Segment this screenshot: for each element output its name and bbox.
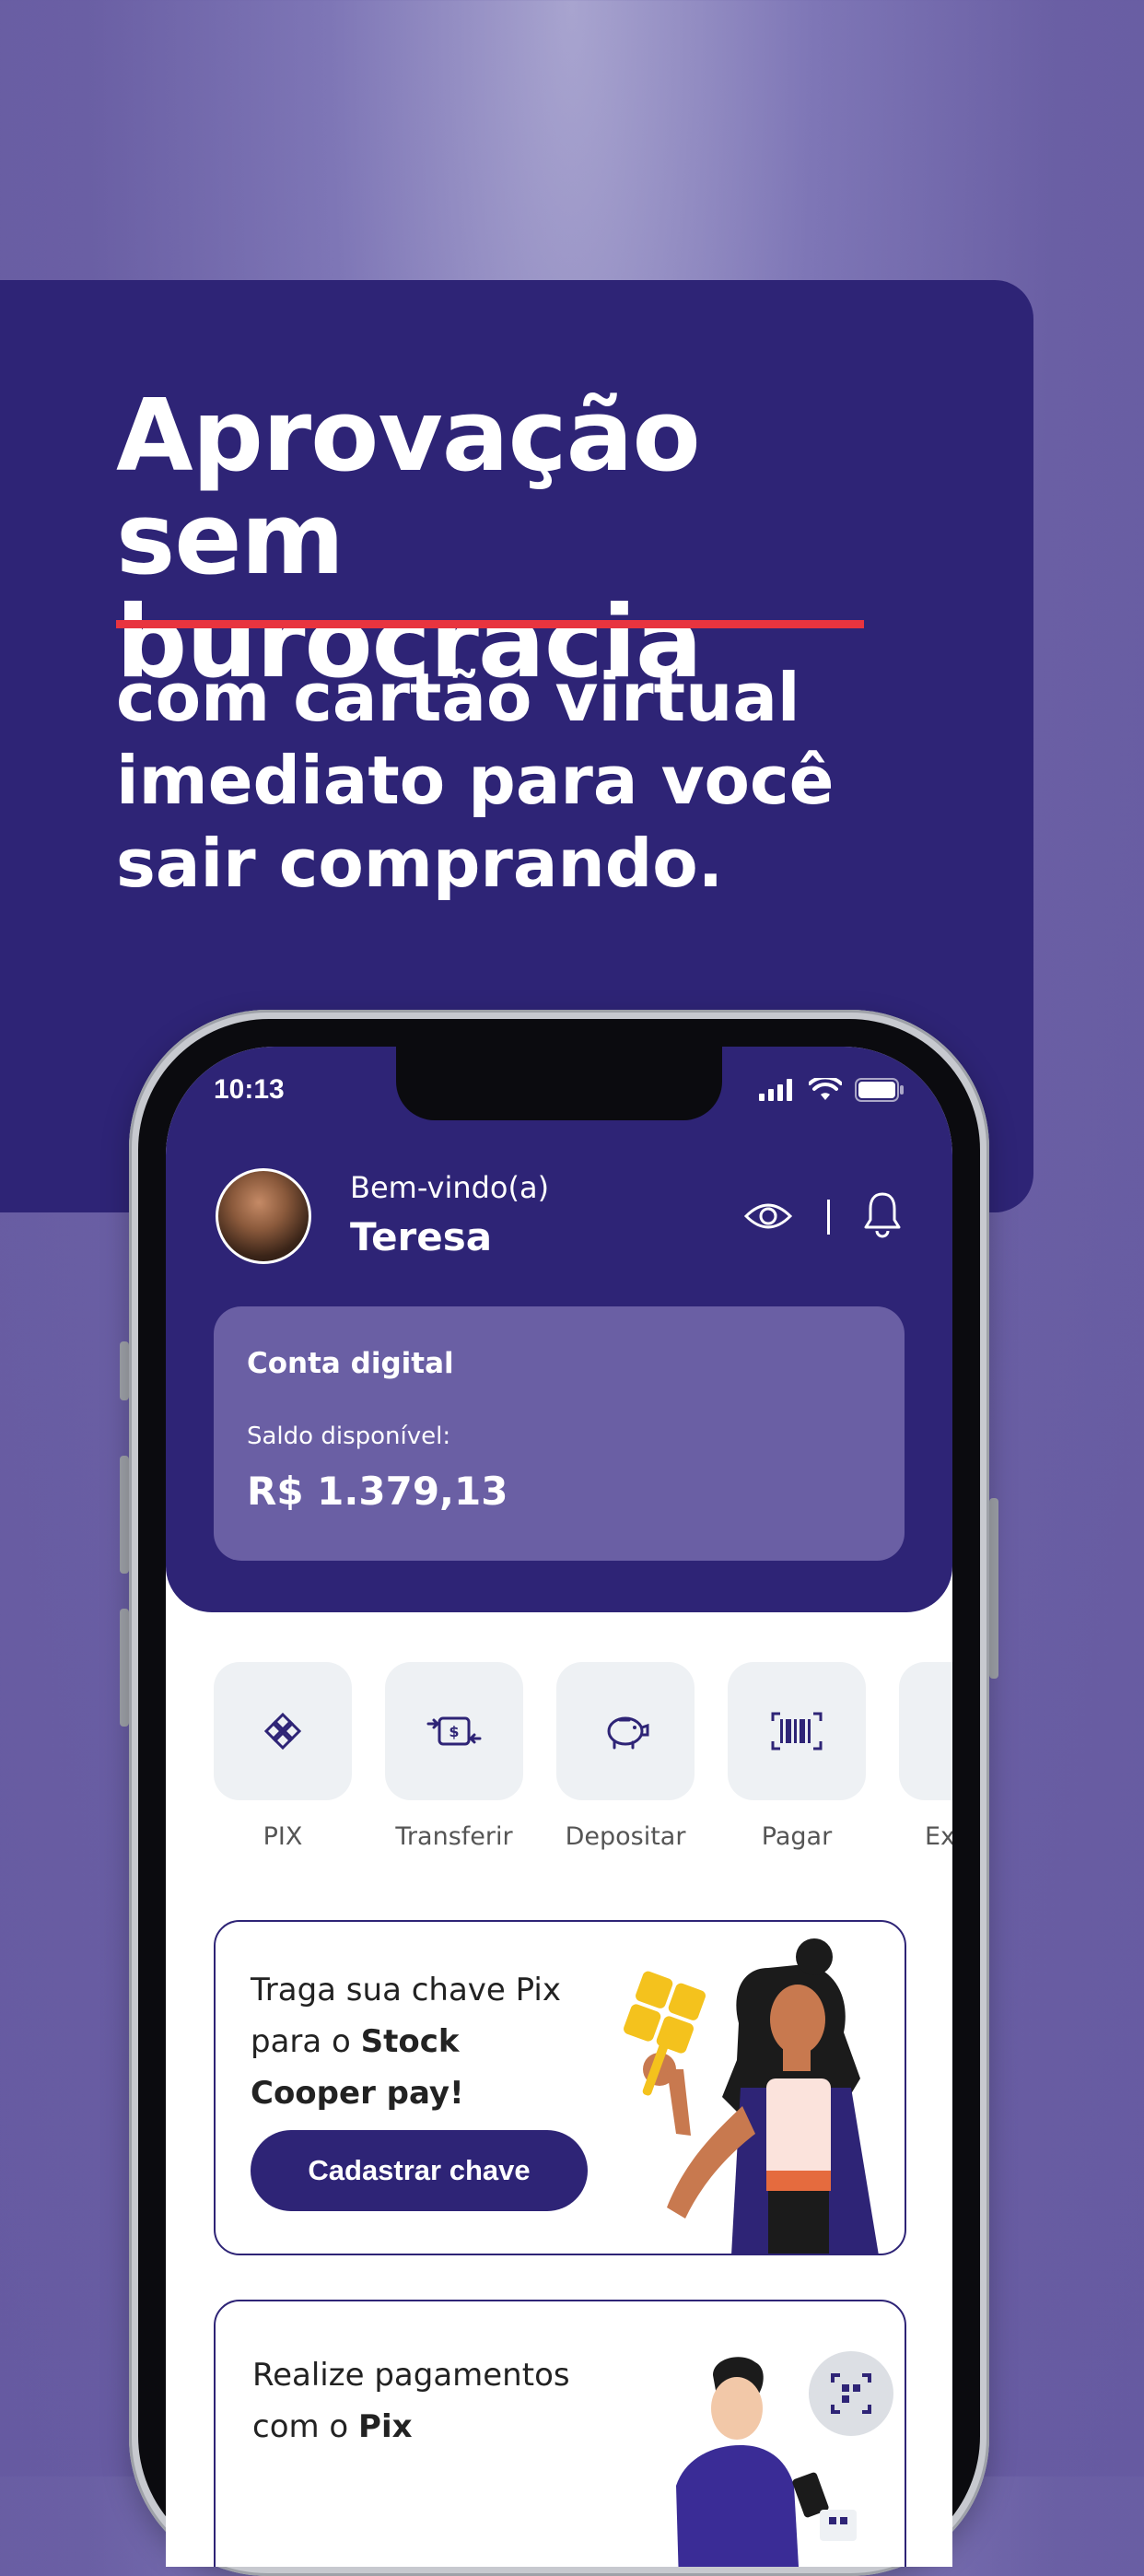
promo2-line2-bold: Pix bbox=[358, 2408, 413, 2445]
header-divider bbox=[827, 1200, 830, 1235]
subline-line2: imediato para você bbox=[116, 742, 835, 819]
marketing-headline: Aprovação sem burocracia bbox=[116, 385, 927, 695]
user-name: Teresa bbox=[350, 1214, 493, 1259]
action-label: PIX bbox=[263, 1822, 303, 1851]
promo-line2-bold: Stock bbox=[360, 2023, 460, 2060]
promo-line3-bold: Cooper pay! bbox=[251, 2075, 464, 2112]
svg-text:$: $ bbox=[449, 1723, 459, 1740]
subline-line1: com cartão virtual bbox=[116, 659, 800, 736]
promo2-text: Realize pagamentos com o Pix bbox=[252, 2349, 584, 2453]
bell-icon bbox=[864, 1192, 901, 1238]
wifi-icon bbox=[809, 1078, 842, 1100]
status-icons bbox=[759, 1078, 905, 1102]
action-label: Depositar bbox=[565, 1822, 686, 1851]
headline-underline bbox=[116, 620, 864, 628]
eye-icon bbox=[743, 1203, 793, 1229]
action-extra-tile[interactable] bbox=[899, 1662, 952, 1800]
action-transferir[interactable]: $ Transferir bbox=[385, 1662, 523, 1851]
phone-volume-down bbox=[120, 1609, 129, 1727]
action-depositar-tile[interactable] bbox=[556, 1662, 695, 1800]
welcome-text: Bem-vindo(a) bbox=[350, 1170, 550, 1205]
balance-label: Saldo disponível: bbox=[247, 1423, 451, 1450]
action-label: Transferir bbox=[395, 1822, 513, 1851]
phone-power-button bbox=[989, 1498, 998, 1679]
promo-text: Traga sua chave Pix para o Stock Cooper … bbox=[251, 1964, 582, 2119]
status-time: 10:13 bbox=[214, 1074, 285, 1105]
promo-line1: Traga sua chave Pix bbox=[251, 1972, 561, 2008]
action-label: Ex bbox=[925, 1822, 952, 1851]
action-pagar-tile[interactable] bbox=[728, 1662, 866, 1800]
promo2-line2: com o Pix bbox=[252, 2401, 584, 2453]
promo-line2: para o Stock bbox=[251, 2016, 582, 2067]
register-key-button[interactable]: Cadastrar chave bbox=[251, 2130, 588, 2211]
transfer-icon: $ bbox=[426, 1716, 482, 1746]
quick-actions: PIX $ Transferir Depositar Pagar Ex bbox=[214, 1662, 952, 1865]
action-transferir-tile[interactable]: $ bbox=[385, 1662, 523, 1800]
phone-volume-up bbox=[120, 1456, 129, 1574]
battery-icon bbox=[855, 1078, 904, 1102]
action-pagar[interactable]: Pagar bbox=[728, 1662, 866, 1851]
piggy-bank-icon bbox=[607, 1716, 649, 1750]
account-title: Conta digital bbox=[247, 1347, 454, 1380]
man-scanning-qr-illustration bbox=[676, 2351, 893, 2567]
pix-payments-promo-card: Realize pagamentos com o Pix bbox=[214, 2300, 906, 2567]
subline-line3: sair comprando. bbox=[116, 825, 724, 902]
account-card[interactable]: Conta digital Saldo disponível: R$ 1.379… bbox=[214, 1306, 905, 1561]
action-pix-tile[interactable] bbox=[214, 1662, 352, 1800]
action-extra[interactable]: Ex bbox=[899, 1662, 952, 1851]
promo2-line2-prefix: com o bbox=[252, 2408, 359, 2445]
promo2-line1: Realize pagamentos bbox=[252, 2357, 570, 2394]
marketing-subline: com cartão virtual imediato para você sa… bbox=[116, 656, 927, 905]
promo-line2-prefix: para o bbox=[251, 2023, 361, 2060]
action-label: Pagar bbox=[761, 1822, 833, 1851]
toggle-balance-button[interactable] bbox=[742, 1196, 794, 1236]
notifications-button[interactable] bbox=[862, 1190, 903, 1238]
headline-line1: Aprovação sem bbox=[116, 379, 701, 597]
avatar[interactable] bbox=[216, 1168, 311, 1264]
woman-holding-pix-illustration bbox=[624, 1938, 879, 2254]
pix-icon bbox=[263, 1712, 302, 1751]
app-screen: 10:13 Bem-vindo(a) Teresa Conta digital … bbox=[166, 1047, 952, 2567]
phone-notch bbox=[396, 1047, 722, 1120]
barcode-icon bbox=[771, 1712, 823, 1751]
balance-value: R$ 1.379,13 bbox=[247, 1469, 508, 1514]
promo-line3: Cooper pay! bbox=[251, 2067, 582, 2119]
signal-icon bbox=[759, 1079, 792, 1101]
phone-silent-switch bbox=[120, 1341, 129, 1400]
action-pix[interactable]: PIX bbox=[214, 1662, 352, 1851]
action-depositar[interactable]: Depositar bbox=[556, 1662, 695, 1851]
pix-key-promo-card: Traga sua chave Pix para o Stock Cooper … bbox=[214, 1920, 906, 2255]
